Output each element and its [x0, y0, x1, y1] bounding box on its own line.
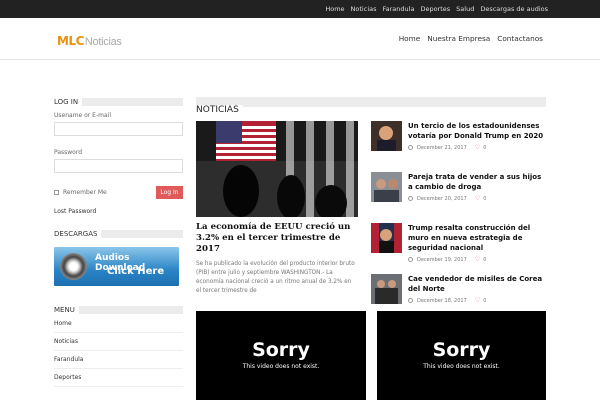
password-input[interactable]: [54, 159, 183, 173]
main-nav-empresa[interactable]: Nuestra Empresa: [427, 34, 490, 43]
news-likes: 0: [483, 256, 487, 263]
news-list: Un tercio de los estadounidenses votaría…: [371, 121, 546, 325]
news-title[interactable]: Cae vendedor de misiles de Corea del Nor…: [408, 274, 546, 294]
remember-checkbox[interactable]: [54, 190, 59, 195]
news-title[interactable]: Pareja trata de vender a sus hijos a cam…: [408, 172, 546, 192]
clock-icon: [408, 298, 413, 303]
feature-title[interactable]: La economía de EEUU creció un 3.2% en el…: [196, 222, 358, 255]
couple-photo: [371, 172, 402, 202]
top-nav-noticias[interactable]: Noticias: [348, 0, 380, 18]
news-thumbnail[interactable]: [371, 274, 402, 304]
heart-icon[interactable]: ♡: [475, 195, 480, 202]
list-item: Trump resalta construcción del muro en n…: [371, 223, 546, 274]
video-error-headline: Sorry: [252, 339, 310, 361]
logo-suffix: Noticias: [84, 36, 122, 48]
main-nav: Home Nuestra Empresa Contactanos: [392, 34, 543, 43]
news-thumbnail[interactable]: [371, 172, 402, 202]
speaker-icon: [60, 253, 87, 280]
remember-me[interactable]: Remember Me: [54, 189, 107, 196]
site-header: MLC Noticias Home Nuestra Empresa Contac…: [0, 18, 600, 60]
news-meta: December 19, 2017 ♡ 0: [408, 256, 486, 263]
password-label: Password: [54, 149, 83, 156]
heart-icon[interactable]: ♡: [475, 297, 480, 304]
remember-label: Remember Me: [63, 189, 107, 196]
news-date: December 18, 2017: [417, 297, 467, 304]
logo-brand: MLC: [57, 34, 84, 48]
clock-icon: [408, 257, 413, 262]
video-error-headline: Sorry: [432, 339, 491, 361]
news-title[interactable]: Trump resalta construcción del muro en n…: [408, 223, 546, 253]
missile-photo: [371, 274, 402, 304]
main-nav-contactanos[interactable]: Contactanos: [497, 34, 543, 43]
heart-icon[interactable]: ♡: [475, 256, 480, 263]
news-meta: December 18, 2017 ♡ 0: [408, 297, 486, 304]
login-heading: LOG IN: [54, 98, 183, 106]
top-nav-farandula[interactable]: Farandula: [380, 0, 418, 18]
menu-item-deportes[interactable]: Deportes: [54, 369, 183, 387]
clock-icon: [408, 196, 413, 201]
menu-item-farandula[interactable]: Farandula: [54, 351, 183, 369]
news-date: December 21, 2017: [417, 144, 467, 151]
feature-photo: [196, 121, 358, 217]
video-player-1[interactable]: Sorry This video does not exist.: [196, 311, 366, 400]
list-item: Un tercio de los estadounidenses votaría…: [371, 121, 546, 172]
news-date: December 20, 2017: [417, 195, 467, 202]
feature-excerpt: Se ha publicado la evolución del product…: [196, 261, 355, 294]
noticias-heading: NOTICIAS: [196, 97, 546, 115]
list-item: Pareja trata de vender a sus hijos a cam…: [371, 172, 546, 223]
feature-image[interactable]: [196, 121, 358, 217]
username-input[interactable]: [54, 122, 183, 136]
video-player-2[interactable]: Sorry This video does not exist.: [377, 311, 546, 400]
sidebar: LOG IN Usename or E-mail Password Rememb…: [54, 98, 183, 387]
top-nav-deportes[interactable]: Deportes: [417, 0, 453, 18]
news-likes: 0: [483, 195, 487, 202]
login-actions: Remember Me Log In: [54, 186, 183, 199]
news-meta: December 21, 2017 ♡ 0: [408, 144, 486, 151]
news-meta: December 20, 2017 ♡ 0: [408, 195, 486, 202]
site-logo[interactable]: MLC Noticias: [57, 34, 122, 48]
login-button[interactable]: Log In: [156, 186, 183, 199]
menu-item-home[interactable]: Home: [54, 315, 183, 333]
news-title[interactable]: Un tercio de los estadounidenses votaría…: [408, 121, 546, 141]
top-nav-descargas[interactable]: Descargas de audios: [477, 0, 548, 18]
audio-download-banner[interactable]: Audios Download Click Here: [54, 247, 179, 286]
top-bar: Home Noticias Farandula Deportes Salud D…: [0, 0, 600, 18]
video-error-message: This video does not exist.: [423, 363, 500, 370]
sidebar-menu: Home Noticias Farandula Deportes: [54, 315, 183, 387]
heart-icon[interactable]: ♡: [475, 144, 480, 151]
top-nav-salud[interactable]: Salud: [453, 0, 477, 18]
clock-icon: [408, 145, 413, 150]
top-nav: Home Noticias Farandula Deportes Salud D…: [322, 0, 548, 18]
news-likes: 0: [483, 297, 487, 304]
news-thumbnail[interactable]: [371, 223, 402, 253]
banner-line2: Click Here: [107, 266, 165, 277]
menu-heading: MENU: [54, 306, 183, 314]
news-likes: 0: [483, 144, 487, 151]
news-date: December 19, 2017: [417, 256, 467, 263]
video-error-message: This video does not exist.: [242, 363, 320, 370]
trump-flags-photo: [371, 223, 402, 253]
news-thumbnail[interactable]: [371, 121, 402, 151]
main-nav-home[interactable]: Home: [399, 34, 421, 43]
menu-item-noticias[interactable]: Noticias: [54, 333, 183, 351]
lost-password-link[interactable]: Lost Password: [54, 208, 183, 215]
username-label: Usename or E-mail: [54, 112, 111, 119]
top-nav-home[interactable]: Home: [322, 0, 347, 18]
downloads-heading: DESCARGAS: [54, 230, 183, 238]
trump-photo: [371, 121, 402, 151]
